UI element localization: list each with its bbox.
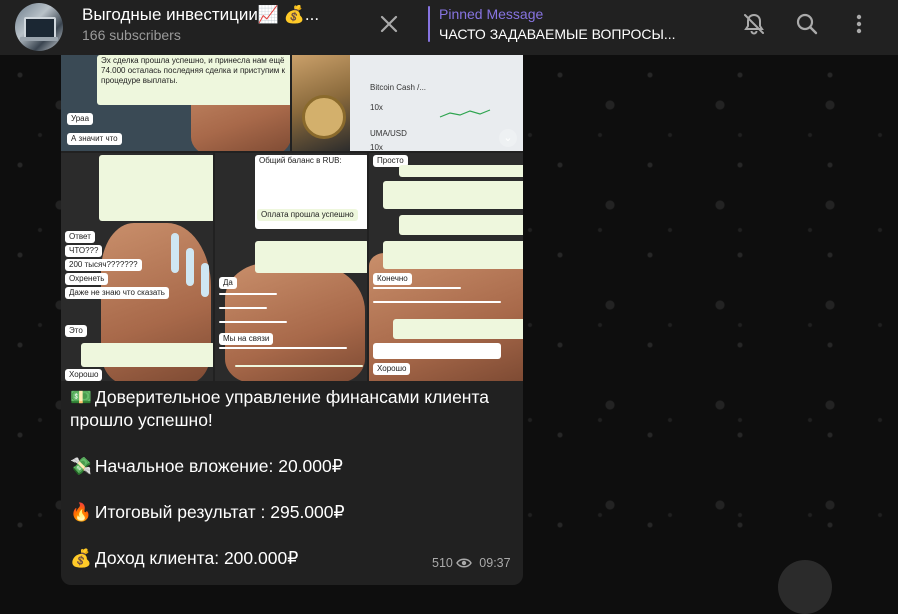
chat-reply: Мы на связи [219, 333, 274, 345]
scroll-down-button[interactable] [778, 560, 832, 614]
money-bag-icon: 💰 [70, 548, 92, 568]
caption-line-2: Начальное вложение: 20.000₽ [94, 456, 343, 476]
chat-reply: ЧТО??? [65, 245, 103, 257]
nail-image [171, 233, 179, 273]
chat-reply: Ураа [67, 113, 94, 125]
chat-message [383, 241, 523, 269]
chat-reply: Охренеть [65, 273, 109, 285]
chat-reply: Конечно [373, 273, 412, 285]
money-banknote-icon: 💵 [70, 387, 92, 407]
fire-icon: 🔥 [70, 502, 92, 522]
chat-reply: Даже не знаю что сказать [65, 287, 169, 299]
post-caption: 💵 Доверительное управление финансами кли… [70, 386, 515, 570]
chat-message [81, 343, 213, 367]
pinned-message-label[interactable]: Pinned Message [439, 6, 543, 22]
channel-title[interactable]: Выгодные инвестиции📈 💰... [82, 5, 352, 25]
trade-chart [370, 105, 500, 118]
chat-reply [373, 301, 501, 303]
trade-pair: Bitcoin Cash /... [370, 83, 427, 92]
caption-line-3: Итоговый результат : 295.000₽ [94, 502, 345, 522]
chat-reply: 200 тысяч??????? [65, 259, 142, 271]
channel-avatar[interactable] [15, 3, 63, 51]
watch-face [302, 95, 346, 139]
chat-reply [235, 365, 363, 367]
chat-message [393, 319, 523, 339]
chat-text: выплаты. [142, 76, 178, 85]
chat-reply: Хорошо [65, 369, 103, 381]
chat-message [399, 165, 523, 177]
chat-reply [219, 307, 267, 309]
trade-leverage: 10x [370, 143, 383, 151]
trade-pair: UMA/USD [370, 129, 407, 138]
eye-icon [456, 557, 473, 572]
chat-message [383, 181, 523, 209]
nail-image [186, 248, 194, 286]
balance-label: Общий баланс в RUB: [259, 156, 342, 165]
post-meta: 510 09:37 [432, 556, 511, 572]
bell-off-icon[interactable] [740, 10, 768, 38]
chat-message [399, 215, 523, 235]
nail-image [201, 263, 209, 297]
chat-text: Эх сделка прошла успешно, и принесла [101, 56, 251, 65]
view-count: 510 [432, 556, 453, 570]
close-icon[interactable] [375, 10, 403, 38]
chat-reply: Ответ [65, 231, 95, 243]
chat-reply: А значит что [67, 133, 122, 145]
caption-line-1: Доверительное управление финансами клиен… [70, 387, 490, 430]
more-vertical-icon[interactable] [845, 10, 873, 38]
chat-reply: Это [65, 325, 87, 337]
caption-line-4: Доход клиента: 200.000₽ [94, 548, 299, 568]
search-icon[interactable] [793, 10, 821, 38]
pinned-message-text[interactable]: ЧАСТО ЗАДАВАЕМЫЕ ВОПРОСЫ... [439, 26, 676, 42]
chat-reply: Да [219, 277, 237, 289]
post-time: 09:37 [479, 556, 511, 570]
chat-reply [219, 293, 277, 295]
money-flying-icon: 💸 [70, 456, 92, 476]
subscriber-count: 166 subscribers [82, 27, 181, 43]
pinned-indicator-bar [428, 6, 430, 42]
photo-hand-chat-2[interactable]: Общий баланс в RUB: Оплата прошла успешн… [215, 153, 367, 381]
chat-message [255, 241, 367, 273]
photo-hand-chat-3[interactable]: Просто Конечно Хорошо [369, 153, 523, 381]
chat-reply [219, 347, 347, 349]
chat-reply: Оплата прошла успешно [257, 209, 358, 221]
chat-reply [219, 321, 287, 323]
chevron-down-icon[interactable]: ⌄ [499, 129, 517, 147]
chat-header: Выгодные инвестиции📈 💰... 166 subscriber… [0, 0, 898, 55]
chat-reply: Хорошо [373, 363, 411, 375]
chat-message [99, 155, 213, 221]
laptop-base-image [20, 37, 58, 41]
laptop-image [24, 17, 56, 39]
chat-reply [373, 287, 461, 289]
chat-message: Эх сделка прошла успешно, и принесла нам… [97, 55, 290, 105]
photo-hand-chat-1[interactable]: Ответ ЧТО??? 200 тысяч??????? Охренеть Д… [61, 153, 213, 381]
photo-trading-screenshot[interactable]: Bitcoin Cash /... 10x UMA/USD 10x ⌄ [292, 55, 523, 151]
photo-chat-screenshot-1[interactable]: Эх сделка прошла успешно, и принесла нам… [61, 55, 290, 151]
chat-reply [373, 343, 501, 359]
